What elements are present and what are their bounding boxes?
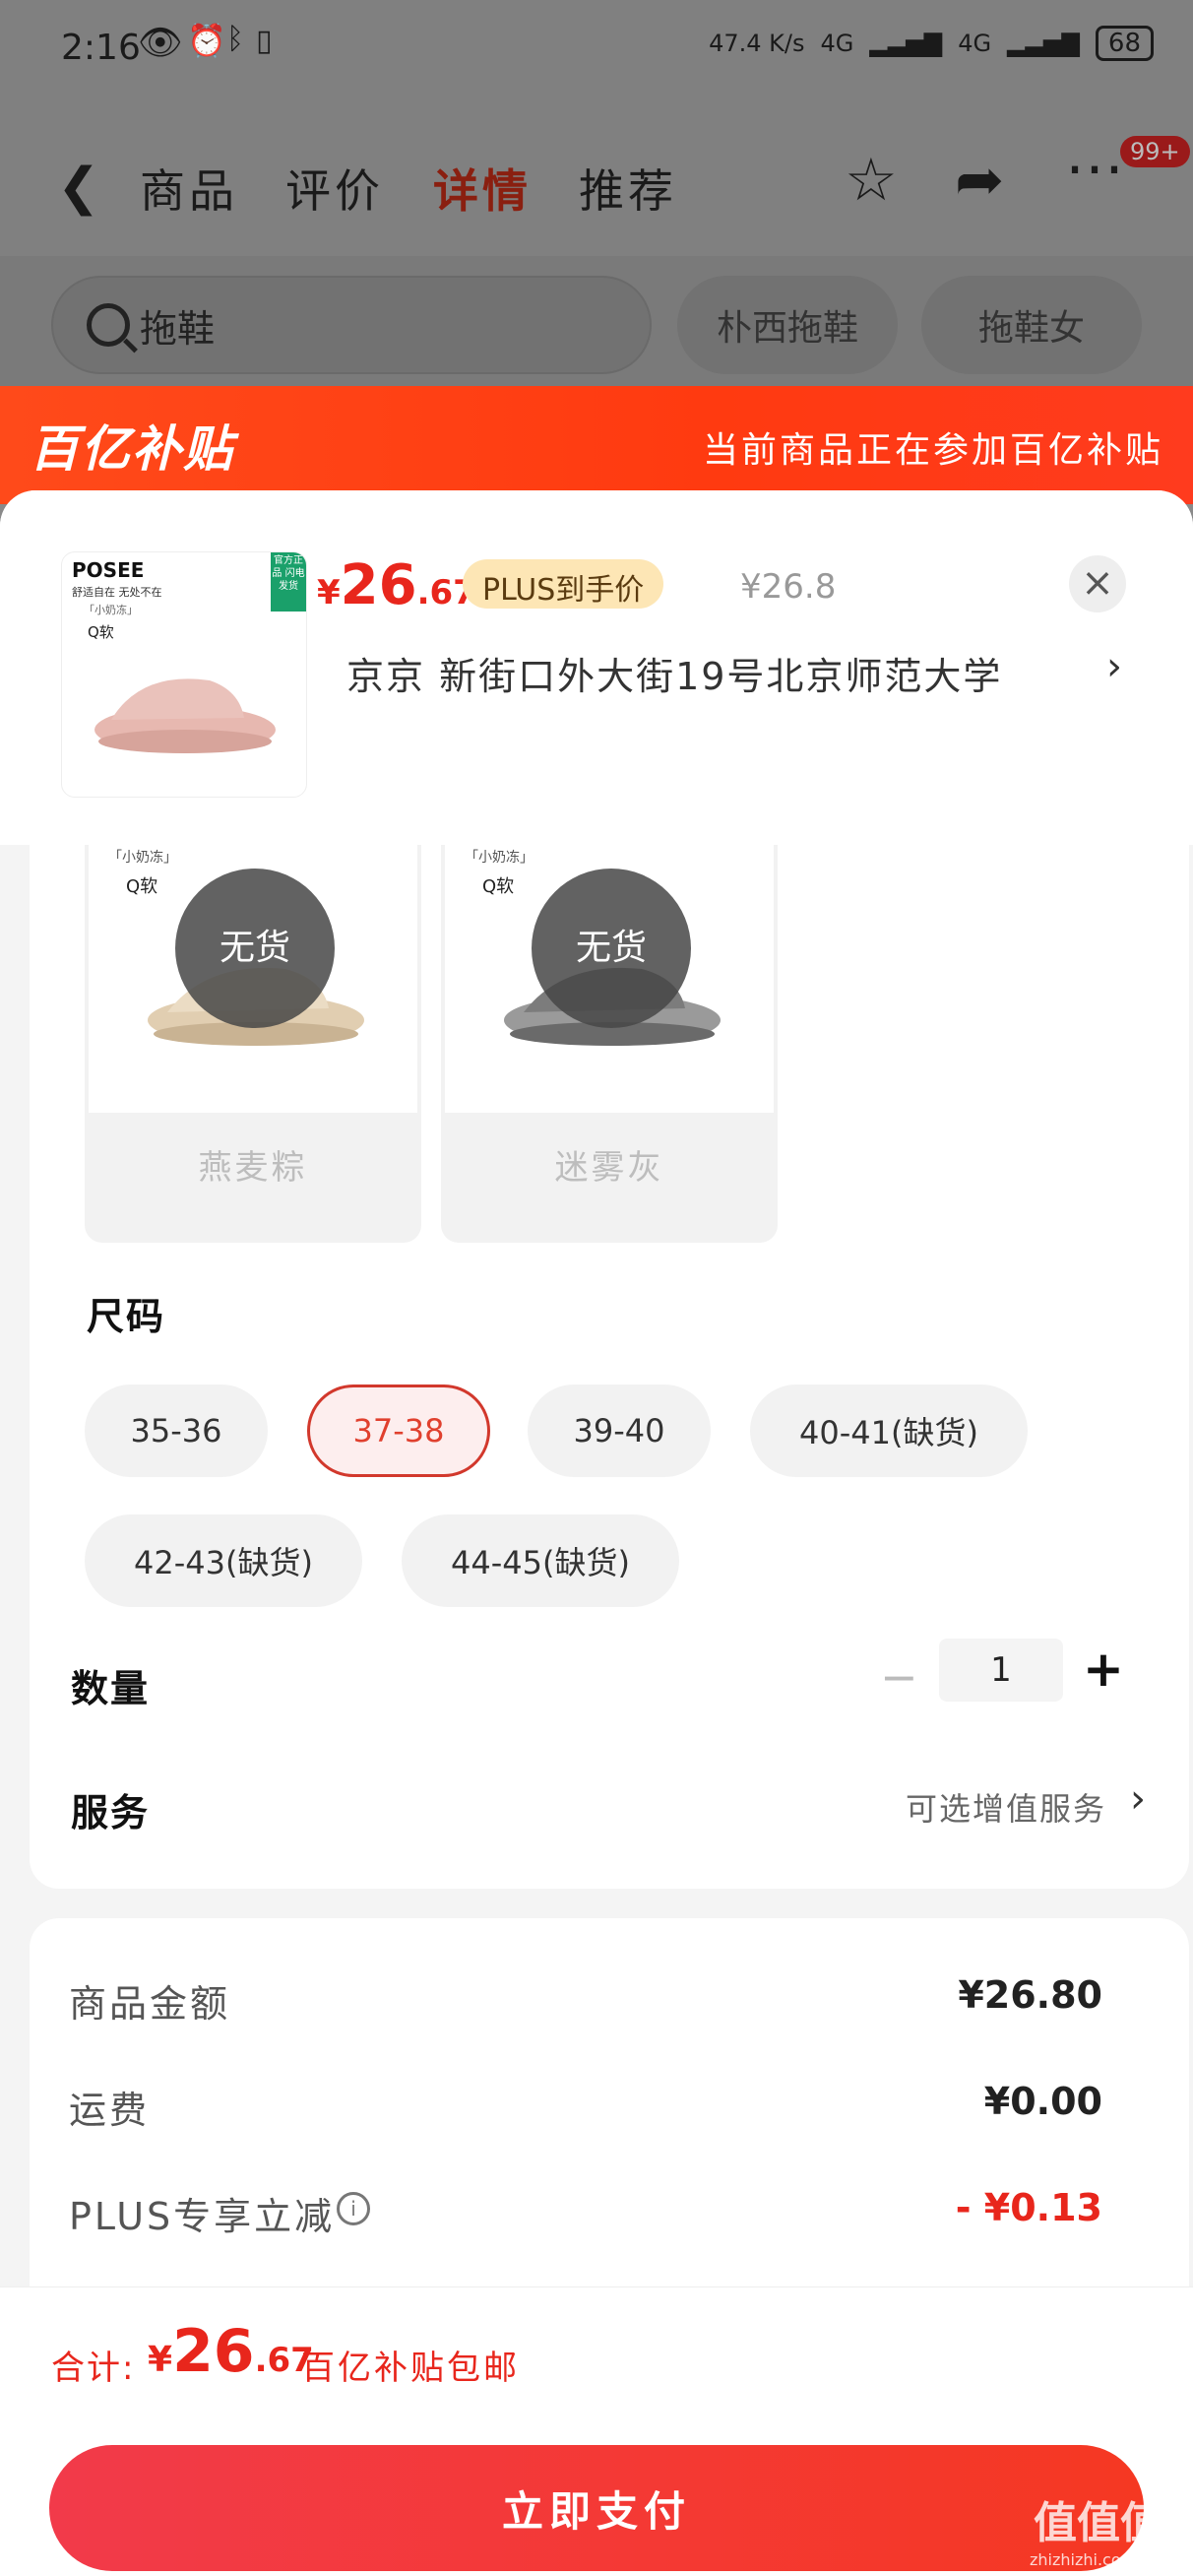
signal-icon: ▂▃▅▇ — [869, 30, 943, 57]
price-summary: 商品金额 ¥26.80 运费 ¥0.00 PLUS专享立减 i - ¥0.13 — [30, 1918, 1189, 2342]
quantity-value[interactable]: 1 — [939, 1639, 1063, 1702]
thumb-badge: 官方正品 闪电发货 — [271, 552, 306, 612]
service-option-link[interactable]: 可选增值服务 — [906, 1784, 1106, 1830]
total-int: 26 — [172, 2317, 255, 2386]
color-option[interactable]: 「小奶冻」 Q软 无货 迷雾灰 — [441, 845, 778, 1243]
summary-discount: - ¥0.13 — [955, 2186, 1102, 2229]
out-of-stock-badge: 无货 — [532, 869, 691, 1028]
watermark-logo: 值值值 — [1034, 2498, 1163, 2548]
top-nav: ❮ 商品 评价 详情 推荐 ☆ ➦ ⋯ 99+ — [0, 98, 1193, 256]
color-q: Q软 — [482, 876, 515, 897]
pay-now-button[interactable]: 立即支付 — [49, 2445, 1144, 2571]
network-speed: 47.4 K/s — [709, 30, 805, 57]
size-option[interactable]: 39-40 — [528, 1385, 711, 1477]
quantity-title: 数量 — [71, 1667, 151, 1710]
close-icon[interactable]: × — [1069, 555, 1126, 612]
quantity-minus-button[interactable]: − — [880, 1650, 918, 1704]
price-int: 26 — [340, 553, 417, 617]
status-right: 47.4 K/s 4G ▂▃▅▇ 4G ▂▃▅▇ 68 — [709, 26, 1154, 61]
chevron-right-icon[interactable]: › — [1130, 1776, 1146, 1822]
product-thumbnail[interactable]: POSEE 舒适自在 无处不在 官方正品 闪电发货 「小奶冻」 Q软 — [61, 551, 307, 798]
color-tiny: 「小奶冻」 — [108, 850, 177, 866]
share-icon[interactable]: ➦ — [955, 146, 1004, 215]
total-note: 百亿补贴包邮 — [301, 2349, 520, 2388]
checkout-bar: 合计: ¥26.67 百亿补贴包邮 立即支付 — [0, 2286, 1193, 2576]
size-option-selected[interactable]: 37-38 — [307, 1385, 490, 1477]
subsidy-note: 当前商品正在参加百亿补贴 — [702, 430, 1163, 471]
size-option[interactable]: 35-36 — [85, 1385, 268, 1477]
tab-goods[interactable]: 商品 — [140, 156, 238, 221]
message-badge: 99+ — [1120, 136, 1190, 167]
color-q: Q软 — [126, 876, 158, 897]
info-icon[interactable]: i — [337, 2192, 370, 2225]
total-price: ¥26.67 — [148, 2317, 314, 2386]
color-label: 燕麦粽 — [198, 1148, 308, 1188]
original-price: ¥26.8 — [740, 567, 837, 607]
color-option[interactable]: 「小奶冻」 Q软 无货 燕麦粽 — [85, 845, 421, 1243]
search-input[interactable]: 拖鞋 — [51, 276, 652, 374]
vibrate-icon: ▯ — [256, 24, 273, 58]
alarm-icon: ⏰ — [187, 22, 226, 59]
search-icon — [87, 303, 130, 347]
search-chip[interactable]: 拖鞋女 — [921, 276, 1142, 374]
chevron-right-icon[interactable]: › — [1106, 644, 1122, 689]
thumb-q: Q软 — [88, 623, 114, 641]
net2-label: 4G — [958, 30, 992, 57]
summary-label: PLUS专享立减 — [69, 2195, 336, 2238]
battery-level: 68 — [1095, 26, 1154, 61]
color-image: 「小奶冻」 Q软 无货 — [445, 845, 774, 1113]
size-option[interactable]: 42-43(缺货) — [85, 1514, 362, 1607]
current-price: ¥26.67 — [317, 553, 476, 617]
summary-label: 运费 — [69, 2089, 151, 2132]
status-time: 2:16 — [61, 28, 141, 68]
delivery-address[interactable]: 京京 新街口外大街19号北京师范大学 — [346, 646, 1002, 700]
eye-icon: 👁 — [138, 23, 183, 63]
color-tiny: 「小奶冻」 — [465, 850, 534, 866]
size-title: 尺码 — [87, 1295, 166, 1338]
quantity-plus-button[interactable]: + — [1083, 1641, 1124, 1698]
price-currency: ¥ — [317, 573, 341, 612]
service-title: 服务 — [71, 1791, 151, 1835]
thumb-small: 「小奶冻」 — [84, 604, 138, 616]
size-option[interactable]: 40-41(缺货) — [750, 1385, 1028, 1477]
slipper-image — [94, 678, 276, 753]
search-placeholder: 拖鞋 — [140, 306, 216, 351]
total-currency: ¥ — [148, 2340, 173, 2380]
tab-details[interactable]: 详情 — [433, 156, 532, 221]
subsidy-banner: 百亿补贴 当前商品正在参加百亿补贴 — [0, 386, 1193, 504]
total-label: 合计: — [51, 2349, 136, 2388]
out-of-stock-badge: 无货 — [175, 869, 335, 1028]
product-header: POSEE 舒适自在 无处不在 官方正品 闪电发货 「小奶冻」 Q软 ¥26.6… — [0, 490, 1193, 845]
sku-sheet: POSEE 舒适自在 无处不在 官方正品 闪电发货 「小奶冻」 Q软 ¥26.6… — [0, 490, 1193, 2576]
color-label: 迷雾灰 — [554, 1148, 664, 1188]
favorite-star-icon[interactable]: ☆ — [845, 146, 898, 215]
size-option[interactable]: 44-45(缺货) — [402, 1514, 679, 1607]
search-row: 拖鞋 朴西拖鞋 拖鞋女 — [0, 256, 1193, 394]
subsidy-logo: 百亿补贴 — [30, 420, 234, 478]
summary-label: 商品金额 — [69, 1982, 231, 2026]
tab-reviews[interactable]: 评价 — [285, 156, 384, 221]
app-root: 2:16 👁 ⏰ ᛒ ▯ 47.4 K/s 4G ▂▃▅▇ 4G ▂▃▅▇ 68… — [0, 0, 1193, 2576]
watermark-url: zhizhizhi.com — [1030, 2550, 1137, 2569]
summary-value: ¥26.80 — [958, 1973, 1102, 2017]
plus-price-tag: PLUS到手价 — [463, 559, 664, 609]
back-arrow-icon[interactable]: ❮ — [57, 158, 100, 217]
thumb-tagline: 舒适自在 无处不在 — [72, 586, 162, 599]
more-icon[interactable]: ⋯ — [1065, 134, 1124, 203]
net1-label: 4G — [820, 30, 854, 57]
tab-recommend[interactable]: 推荐 — [579, 156, 677, 221]
summary-value: ¥0.00 — [983, 2080, 1102, 2123]
status-bar: 2:16 👁 ⏰ ᛒ ▯ 47.4 K/s 4G ▂▃▅▇ 4G ▂▃▅▇ 68 — [0, 0, 1193, 98]
signal-icon: ▂▃▅▇ — [1007, 30, 1080, 57]
thumb-brand: POSEE — [72, 558, 145, 582]
options-panel: 「小奶冻」 Q软 无货 燕麦粽 「小奶冻」 Q软 无货 迷雾灰 尺码 35-36… — [30, 845, 1189, 1889]
search-chip[interactable]: 朴西拖鞋 — [677, 276, 898, 374]
bluetooth-icon: ᛒ — [226, 22, 244, 56]
color-image: 「小奶冻」 Q软 无货 — [89, 845, 417, 1113]
